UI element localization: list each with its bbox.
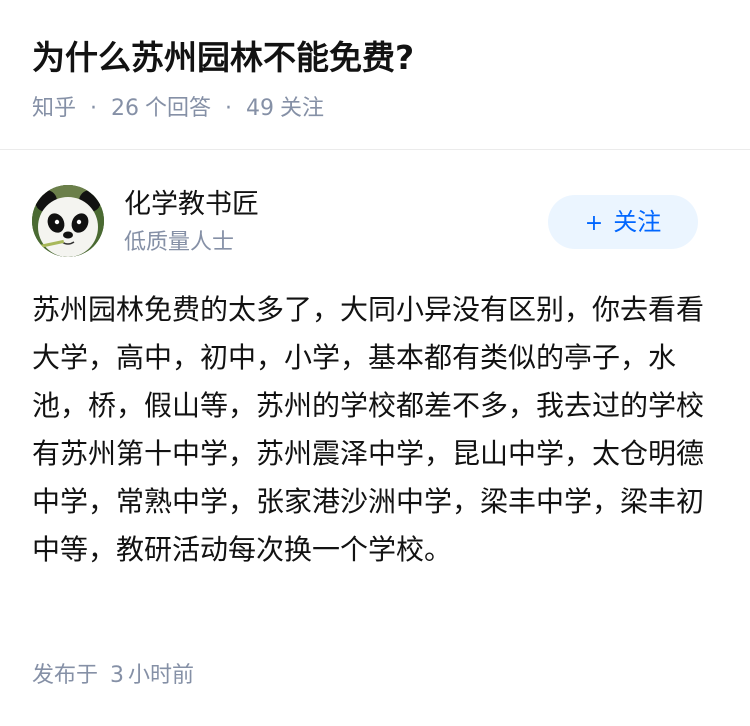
avatar[interactable] xyxy=(32,185,104,257)
answer-content: 苏州园林免费的太多了，大同小异没有区别，你去看看大学，高中，初中，小学，基本都有… xyxy=(32,293,705,566)
author-name[interactable]: 化学教书匠 xyxy=(124,187,259,223)
answer-count-label: 个回答 xyxy=(145,96,212,121)
publish-unit: 小时前 xyxy=(128,663,195,688)
panda-avatar-icon xyxy=(32,185,104,257)
publish-label: 发布于 xyxy=(32,663,99,688)
question-meta: 知乎 · 26 个回答 · 49 关注 xyxy=(32,93,324,125)
plus-icon: + xyxy=(584,211,604,236)
publish-time: 发布于 3 小时前 xyxy=(32,659,194,693)
follow-button-label: 关注 xyxy=(613,208,662,236)
source-label: 知乎 xyxy=(32,96,77,121)
meta-separator: · xyxy=(225,96,233,121)
answer-count: 26 xyxy=(111,96,140,121)
meta-separator: · xyxy=(90,96,98,121)
follow-button[interactable]: + 关注 xyxy=(548,195,698,249)
publish-number: 3 xyxy=(110,663,125,688)
author-tag: 低质量人士 xyxy=(124,230,235,255)
follower-count-label: 关注 xyxy=(280,96,325,121)
question-title[interactable]: 为什么苏州园林不能免费? xyxy=(32,36,414,80)
follower-count: 49 xyxy=(246,96,275,121)
question-header: 为什么苏州园林不能免费? 知乎 · 26 个回答 · 49 关注 xyxy=(0,0,750,150)
